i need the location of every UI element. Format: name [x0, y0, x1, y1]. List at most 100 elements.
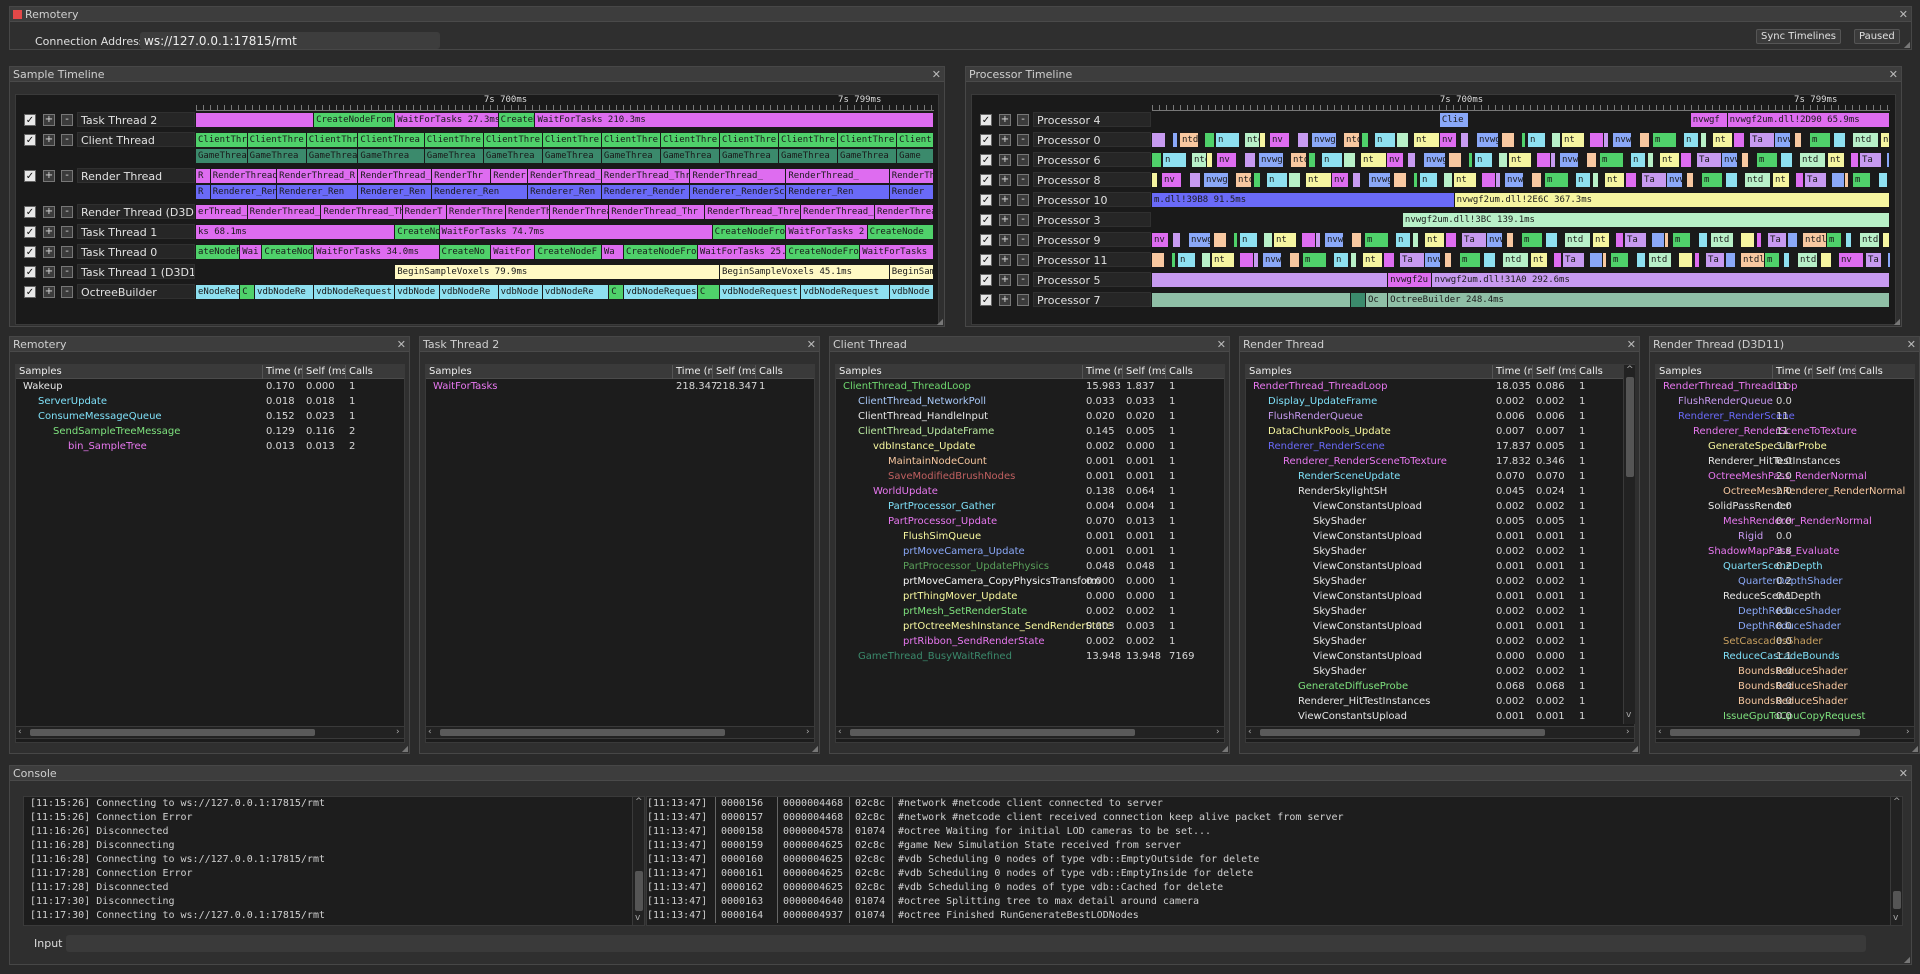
collapse-icon[interactable]: -: [1017, 294, 1029, 306]
sample-bar[interactable]: [1701, 133, 1707, 147]
sample-bar[interactable]: [1351, 253, 1357, 267]
tree-row[interactable]: FlushRenderQueue 0.0: [1656, 396, 1914, 408]
sample-bar[interactable]: n: [1375, 133, 1396, 147]
sample-bar[interactable]: n: [1322, 153, 1343, 167]
tree-row[interactable]: RenderThread_ThreadLoop 11: [1656, 381, 1914, 393]
sample-bar[interactable]: [1290, 253, 1300, 267]
sample-bar[interactable]: nv: [1152, 233, 1169, 247]
sample-bar[interactable]: [1821, 253, 1832, 267]
sample-bar[interactable]: Ta: [1563, 253, 1585, 267]
tree-row[interactable]: SendSampleTreeMessage 0.129 0.116 2: [16, 426, 404, 438]
sample-bar[interactable]: GameThrea: [424, 149, 484, 163]
expand-icon[interactable]: +: [43, 266, 55, 278]
sample-bar[interactable]: [1496, 173, 1501, 187]
sample-tree[interactable]: SamplesTime (ms)Self (ms)Calls RenderThre…: [1655, 364, 1915, 743]
sample-bar[interactable]: ntd: [1711, 233, 1734, 247]
scrollbar-thumb[interactable]: [850, 729, 1135, 736]
sample-bar[interactable]: nv: [1839, 253, 1864, 267]
sample-bar[interactable]: RenderThread_Thre: [705, 205, 802, 219]
sample-bar[interactable]: GameThrea: [196, 149, 248, 163]
sample-bar[interactable]: ntd: [1245, 133, 1260, 147]
sample-bar[interactable]: C: [240, 285, 256, 299]
sample-bar[interactable]: m: [1611, 253, 1629, 267]
sample-bar[interactable]: [1351, 293, 1366, 307]
sample-bar[interactable]: [1795, 133, 1802, 147]
sample-bar[interactable]: Oc: [1366, 293, 1389, 307]
sample-bar[interactable]: nvwg: [1312, 133, 1337, 147]
sample-bar[interactable]: m: [1673, 233, 1691, 247]
processor-visible-checkbox[interactable]: ✓: [980, 254, 992, 266]
sample-bar[interactable]: [1205, 133, 1215, 147]
column-header-self[interactable]: Self (ms): [1813, 365, 1856, 379]
sample-bar[interactable]: C: [697, 285, 720, 299]
tree-row[interactable]: prtOctreeMeshInstance_SendRenderState 0.0…: [836, 621, 1224, 633]
tree-row[interactable]: prtMoveCamera_Update 0.001 0.001 1: [836, 546, 1224, 558]
collapse-icon[interactable]: -: [1017, 154, 1029, 166]
expand-icon[interactable]: +: [43, 246, 55, 258]
sample-bar[interactable]: RenderThread: [874, 205, 934, 219]
sample-bar[interactable]: ClientThre: [483, 133, 543, 147]
scroll-down-icon[interactable]: v: [635, 913, 640, 924]
close-icon[interactable]: ✕: [932, 67, 941, 82]
tree-row[interactable]: BoundsReduceShader 0.0: [1656, 696, 1914, 708]
sample-bar[interactable]: [1172, 253, 1176, 267]
collapse-icon[interactable]: -: [61, 114, 73, 126]
thread-visible-checkbox[interactable]: ✓: [24, 226, 36, 238]
sample-bar[interactable]: GameThrea: [483, 149, 543, 163]
tree-row[interactable]: ShadowMapPass_Evaluate 3.8: [1656, 546, 1914, 558]
sample-bar[interactable]: Clie: [1439, 113, 1470, 127]
processor-visible-checkbox[interactable]: ✓: [980, 194, 992, 206]
sample-bar[interactable]: n: [1216, 133, 1240, 147]
tree-row[interactable]: WaitForTasks 218.347 218.347 1: [426, 381, 814, 393]
expand-icon[interactable]: +: [43, 114, 55, 126]
sample-bar[interactable]: vdbNode: [498, 285, 543, 299]
sample-bar[interactable]: m: [1365, 233, 1389, 247]
sample-bar[interactable]: vdbNodeRequest: [801, 285, 890, 299]
tree-row[interactable]: BoundsReduceShader 0.0: [1656, 666, 1914, 678]
sample-bar[interactable]: nt: [1881, 133, 1890, 147]
scrollbar-thumb[interactable]: [635, 871, 643, 911]
collapse-icon[interactable]: -: [1017, 214, 1029, 226]
sample-bar[interactable]: nvwg: [1505, 173, 1524, 187]
tree-row[interactable]: ViewConstantsUpload 0.001 0.001 1: [1246, 531, 1634, 543]
sample-bar[interactable]: [1652, 233, 1665, 247]
scroll-right-icon[interactable]: ›: [1906, 727, 1910, 738]
sample-bar[interactable]: [1469, 113, 1691, 127]
sample-bar[interactable]: [1190, 173, 1201, 187]
sample-bar[interactable]: WaitForTasks 34.0ms: [314, 245, 440, 259]
expand-icon[interactable]: +: [43, 134, 55, 146]
tree-row[interactable]: SkyShader 0.005 0.005 1: [1246, 516, 1634, 528]
sample-bar[interactable]: ClientThre: [838, 133, 898, 147]
tree-row[interactable]: PartProcessor_Gather 0.004 0.004 1: [836, 501, 1224, 513]
sample-bar[interactable]: [1741, 233, 1755, 247]
sample-bar[interactable]: [1832, 173, 1845, 187]
sample-bar[interactable]: Ta: [1805, 173, 1827, 187]
sample-bar[interactable]: vdbNodeRe: [255, 285, 315, 299]
sample-bar[interactable]: GameThrea: [306, 149, 359, 163]
sample-bar[interactable]: Ta: [1462, 233, 1487, 247]
processor-timeline-canvas[interactable]: 7s 700ms 7s 799ms ✓ + - Processor 4 Clie nvwgf n…: [971, 94, 1896, 325]
sample-bar[interactable]: [1734, 133, 1745, 147]
sample-bar[interactable]: n: [1396, 233, 1411, 247]
sample-bar[interactable]: nv: [1387, 153, 1404, 167]
tree-row[interactable]: ConsumeMessageQueue 0.152 0.023 1: [16, 411, 404, 423]
thread-visible-checkbox[interactable]: ✓: [24, 114, 36, 126]
sample-bar[interactable]: [1796, 173, 1804, 187]
sample-bar[interactable]: Wai: [240, 245, 263, 259]
expand-icon[interactable]: +: [999, 134, 1011, 146]
scroll-right-icon[interactable]: ›: [396, 727, 400, 738]
sample-bar[interactable]: [1207, 153, 1213, 167]
sample-bar[interactable]: m: [1303, 253, 1327, 267]
column-header-time[interactable]: Time (ms): [263, 365, 303, 379]
expand-icon[interactable]: +: [999, 154, 1011, 166]
sample-bar[interactable]: [1552, 133, 1561, 147]
tree-row[interactable]: ServerUpdate 0.018 0.018 1: [16, 396, 404, 408]
sample-bar[interactable]: nvwg: [1325, 233, 1344, 247]
tree-row[interactable]: ViewConstantsUpload 0.000 0.000 1: [1246, 651, 1634, 663]
processor-track[interactable]: Oc OctreeBuilder 248.4ms: [1152, 293, 1890, 307]
processor-track[interactable]: nvwgf2um.dll!3BC 139.1ms: [1152, 213, 1890, 227]
collapse-icon[interactable]: -: [61, 134, 73, 146]
sample-bar[interactable]: ntd: [1800, 153, 1826, 167]
sample-bar[interactable]: ntdll: [1344, 133, 1360, 147]
connection-address-input[interactable]: ws://127.0.0.1:17815/rmt: [140, 32, 440, 49]
